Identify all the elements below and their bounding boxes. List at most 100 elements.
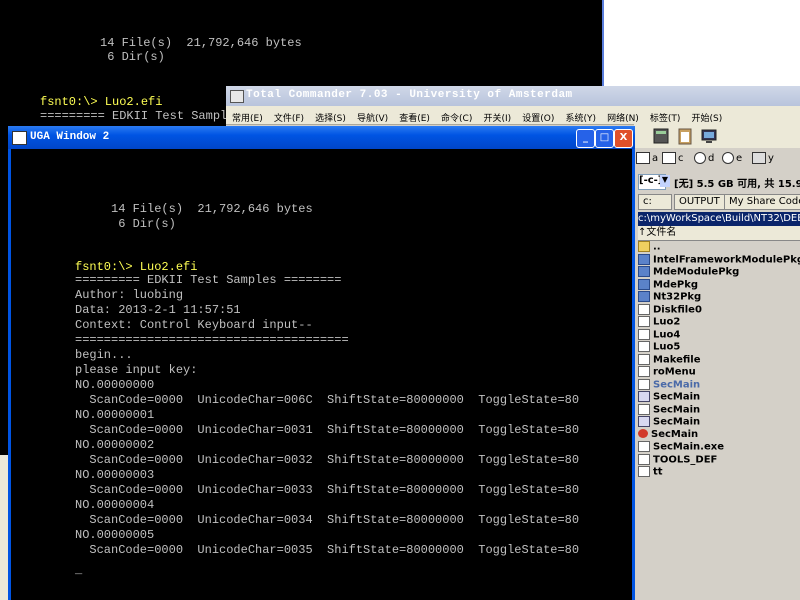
console-prompt: fsnt0:\> Luo2.efi <box>75 260 198 274</box>
disk-icon <box>662 152 676 164</box>
tc-menu-item[interactable]: 导航(V) <box>357 111 388 124</box>
bg-console-line: 6 Dir(s) <box>64 50 165 64</box>
tc-tabs: c: OUTPUT My Share Codes <box>638 194 800 210</box>
calculator-icon[interactable] <box>652 127 670 145</box>
file-name: SecMain <box>651 428 699 440</box>
file-list-item[interactable]: tt <box>638 466 663 478</box>
uga-window[interactable]: UGA Window 2 _ □ X 14 File(s) 21,792,646… <box>8 126 635 600</box>
tc-menu-item[interactable]: 网络(N) <box>607 111 639 124</box>
monitor-icon[interactable] <box>700 127 718 145</box>
tc-menu-item[interactable]: 命令(C) <box>441 111 472 124</box>
console-line: ScanCode=0000 UnicodeChar=0035 ShiftStat… <box>75 543 580 557</box>
file-list-item[interactable]: roMenu <box>638 366 696 378</box>
drive-e[interactable]: e <box>722 152 742 168</box>
file-name: tt <box>653 466 663 478</box>
file-name: SecMain <box>653 416 701 428</box>
bg-console-prompt: fsnt0:\> Luo2.efi <box>40 95 163 109</box>
file-list-item[interactable]: Nt32Pkg <box>638 291 701 303</box>
console-cursor: _ <box>75 563 83 577</box>
file-name: IntelFrameworkModulePkg <box>653 254 800 265</box>
file-name: Luo4 <box>653 329 681 340</box>
file-name: Nt32Pkg <box>653 291 702 303</box>
folder-icon <box>638 278 650 290</box>
file-list-item[interactable]: SecMain <box>638 429 698 441</box>
console-line: NO.00000001 <box>75 408 155 422</box>
file-list-item[interactable]: SecMain <box>638 391 700 403</box>
console-line: 6 Dir(s) <box>75 217 176 231</box>
file-icon <box>638 466 650 477</box>
console-line: NO.00000004 <box>75 498 155 512</box>
bg-console-line: 14 File(s) 21,792,646 bytes <box>64 36 302 50</box>
tc-menu-item[interactable]: 选择(S) <box>315 111 346 124</box>
file-name: SecMain <box>653 379 701 390</box>
file-icon <box>638 328 650 340</box>
file-list-item[interactable]: SecMain.exe <box>638 441 724 453</box>
cd-icon <box>694 152 706 164</box>
console-line: NO.00000003 <box>75 468 155 482</box>
tc-menu-item[interactable]: 常用(E) <box>232 111 263 124</box>
current-path[interactable]: c:\myWorkSpace\Build\NT32\DEBU <box>638 212 800 226</box>
file-name: Luo5 <box>653 341 681 353</box>
tc-menu-item[interactable]: 系统(Y) <box>565 111 596 124</box>
file-list-item[interactable]: TOOLS_DEF <box>638 453 718 466</box>
file-name: TOOLS_DEF <box>653 454 718 465</box>
file-list-item[interactable]: SecMain <box>638 378 701 391</box>
file-list-item[interactable]: Luo4 <box>638 328 681 341</box>
folder-icon <box>638 253 650 265</box>
clipboard-icon[interactable] <box>676 127 694 145</box>
file-icon <box>638 429 648 438</box>
file-list-item[interactable]: IntelFrameworkModulePkg <box>638 253 800 266</box>
column-header-name[interactable]: ↑文件名 <box>638 226 800 241</box>
file-icon <box>638 366 650 377</box>
console-line: NO.00000000 <box>75 378 155 392</box>
drive-y[interactable]: y <box>752 152 774 168</box>
tab-output[interactable]: OUTPUT <box>674 194 725 210</box>
chevron-down-icon[interactable]: ▼ <box>660 175 670 187</box>
console-line: 14 File(s) 21,792,646 bytes <box>75 202 313 216</box>
console-line: ScanCode=0000 UnicodeChar=0031 ShiftStat… <box>75 423 580 437</box>
file-list-item[interactable]: Diskfile0 <box>638 303 702 316</box>
minimize-button[interactable]: _ <box>576 129 595 148</box>
console-line: ScanCode=0000 UnicodeChar=0033 ShiftStat… <box>75 483 580 497</box>
close-button[interactable]: X <box>614 129 633 148</box>
uga-title-bar[interactable]: UGA Window 2 _ □ X <box>8 126 635 149</box>
maximize-button[interactable]: □ <box>595 129 614 148</box>
console-line: ScanCode=0000 UnicodeChar=0034 ShiftStat… <box>75 513 580 527</box>
uga-title: UGA Window 2 <box>30 131 110 143</box>
tc-menu-item[interactable]: 标签(T) <box>650 111 681 124</box>
file-list-item[interactable]: MdePkg <box>638 278 699 291</box>
tc-title-bar[interactable]: Total Commander 7.03 - University of Ams… <box>226 86 800 106</box>
file-list-item[interactable]: MdeModulePkg <box>638 266 739 278</box>
console-line: NO.00000002 <box>75 438 155 452</box>
tc-right-panel: a c d e y [-c-] ▼ [无] 5.5 GB 可用, 共 15.9 … <box>634 148 800 600</box>
folder-icon <box>638 291 650 302</box>
drive-d[interactable]: d <box>694 152 714 168</box>
bg-console-line: ========= EDKII Test Samples = <box>40 109 257 123</box>
uga-console-screen[interactable]: 14 File(s) 21,792,646 bytes 6 Dir(s) fsnt… <box>11 149 632 600</box>
file-name: roMenu <box>653 366 696 378</box>
file-list-item[interactable]: Makefile <box>638 353 701 366</box>
file-name: MdePkg <box>653 279 699 290</box>
tc-menu-item[interactable]: 开关(I) <box>483 111 511 124</box>
drive-c[interactable]: c <box>662 152 684 168</box>
file-name: Luo2 <box>653 316 681 328</box>
file-list-item[interactable]: SecMain <box>638 403 700 416</box>
console-line: NO.00000005 <box>75 528 155 542</box>
tc-menu-item[interactable]: 开始(S) <box>692 111 723 124</box>
tc-menu-item[interactable]: 设置(O) <box>522 111 554 124</box>
file-list-item[interactable]: SecMain <box>638 416 700 428</box>
tc-toolbar <box>634 124 800 148</box>
tc-menu-item[interactable]: 文件(F) <box>274 111 304 124</box>
file-list-item[interactable]: .. <box>638 241 661 253</box>
tc-menu-item[interactable]: 查看(E) <box>399 111 430 124</box>
tab-c[interactable]: c: <box>638 194 672 210</box>
cd-icon <box>722 152 734 164</box>
drive-a[interactable]: a <box>636 152 658 168</box>
file-list-item[interactable]: Luo2 <box>638 316 680 328</box>
file-name: .. <box>653 241 661 253</box>
console-line: Data: 2013-2-1 11:57:51 <box>75 303 241 317</box>
file-list-item[interactable]: Luo5 <box>638 341 680 353</box>
file-icon <box>638 416 650 427</box>
tab-my-share-codes[interactable]: My Share Codes <box>724 194 800 210</box>
floppy-icon <box>636 152 650 164</box>
